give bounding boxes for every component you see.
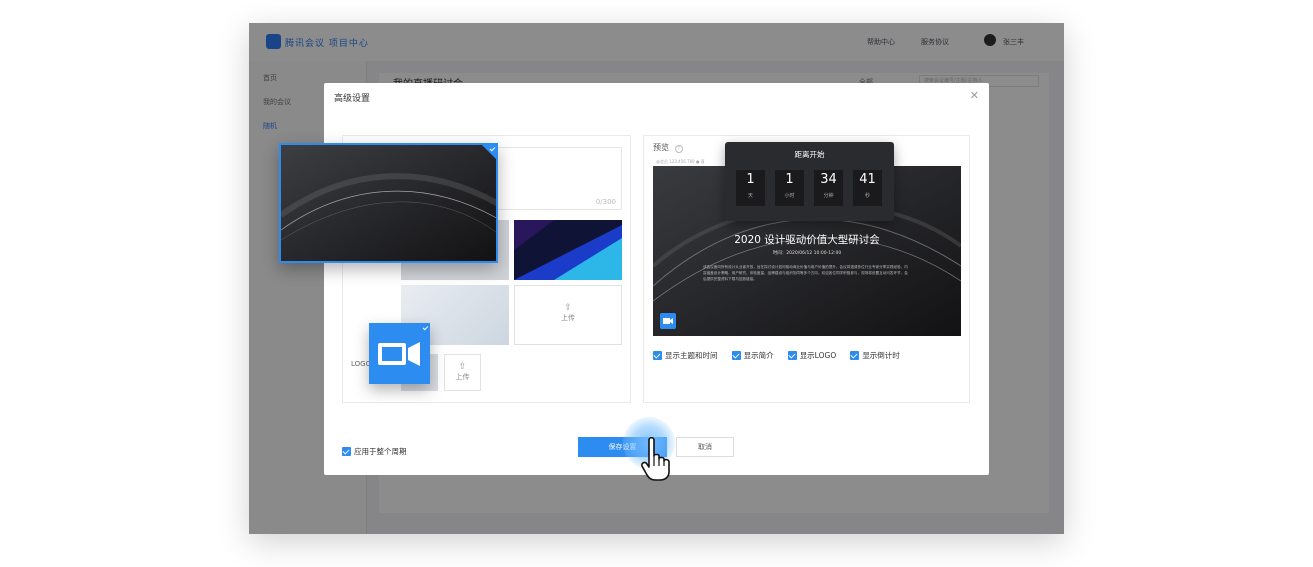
bg-thumb-2-art bbox=[514, 220, 622, 280]
countdown-seconds: 41 秒 bbox=[853, 170, 882, 206]
close-icon[interactable]: ✕ bbox=[970, 89, 979, 102]
preview-time: 时间：2020/06/12 10:00-12:00 bbox=[772, 251, 842, 256]
checkbox-show-title-time[interactable]: 显示主题和时间 bbox=[653, 345, 718, 364]
checkbox-icon bbox=[342, 447, 351, 456]
preview-label-text: 预览 bbox=[653, 143, 669, 152]
apply-all-checkbox[interactable]: 应用于整个周期 bbox=[342, 441, 407, 460]
selected-background-drag[interactable] bbox=[279, 143, 498, 263]
upload-label: 上传 bbox=[561, 314, 575, 322]
dialog-title: 高级设置 bbox=[334, 94, 371, 104]
checkbox-show-intro[interactable]: 显示简介 bbox=[731, 345, 774, 364]
countdown-unit: 秒 bbox=[864, 193, 870, 199]
checkbox-icon bbox=[850, 351, 860, 360]
logo-upload-label: 上传 bbox=[455, 373, 470, 381]
checkbox-show-logo[interactable]: 显示LOGO bbox=[787, 345, 837, 364]
upload-icon: ⇧ bbox=[458, 362, 467, 372]
apply-all-label: 应用于整个周期 bbox=[354, 447, 407, 456]
preview-options: 显示主题和时间 显示简介 显示LOGO 显示倒计时 bbox=[653, 345, 900, 364]
countdown-value: 34 bbox=[820, 172, 837, 187]
upload-icon: ⇧ bbox=[564, 303, 572, 313]
question-circle-icon[interactable]: ? bbox=[674, 145, 683, 153]
countdown-card: 距离开始 1天 1 小时 34 分钟 41 秒 bbox=[725, 142, 894, 221]
bg-upload-button[interactable]: ⇧ 上传 bbox=[514, 285, 622, 345]
preview-description: 该会议面向所有设计从业者开放，旨在探讨设计如何驱动商业价值与用户价值的提升。会议… bbox=[703, 265, 908, 281]
countdown-title: 距离开始 bbox=[794, 150, 825, 159]
selected-background-art bbox=[281, 145, 496, 261]
preview-label: 预览 ? bbox=[653, 142, 683, 153]
preview-title: 2020 设计驱动价值大型研讨会 bbox=[734, 234, 880, 246]
checkbox-show-countdown[interactable]: 显示倒计时 bbox=[850, 345, 900, 364]
hand-pointer-icon bbox=[641, 436, 670, 481]
preview-logo-icon bbox=[660, 313, 676, 329]
countdown-unit: 小时 bbox=[784, 193, 795, 199]
checkbox-label: 显示简介 bbox=[743, 351, 774, 360]
camera-icon bbox=[378, 342, 420, 366]
countdown-value: 41 bbox=[859, 172, 876, 187]
checkbox-label: 显示LOGO bbox=[799, 351, 837, 360]
countdown-unit: 天 bbox=[747, 193, 753, 199]
bg-thumb-2[interactable] bbox=[514, 220, 622, 280]
logo-upload-button[interactable]: ⇧ 上传 bbox=[444, 354, 481, 391]
countdown-minutes: 34 分钟 bbox=[814, 170, 843, 206]
countdown-hours: 1 小时 bbox=[775, 170, 804, 206]
camera-icon bbox=[663, 318, 673, 324]
countdown-value: 1 bbox=[746, 172, 755, 187]
countdown-unit: 分钟 bbox=[823, 193, 834, 199]
cancel-button[interactable]: 取消 bbox=[676, 437, 734, 457]
countdown-value: 1 bbox=[785, 172, 794, 187]
checkbox-label: 显示倒计时 bbox=[862, 351, 900, 360]
countdown-days: 1天 bbox=[736, 170, 765, 206]
checkbox-icon bbox=[653, 351, 662, 360]
selected-logo-drag[interactable] bbox=[369, 323, 430, 384]
checkbox-label: 显示主题和时间 bbox=[665, 351, 718, 360]
checkbox-icon bbox=[787, 351, 797, 360]
checkbox-icon bbox=[731, 351, 741, 360]
textarea-counter: 0/300 bbox=[595, 198, 616, 206]
